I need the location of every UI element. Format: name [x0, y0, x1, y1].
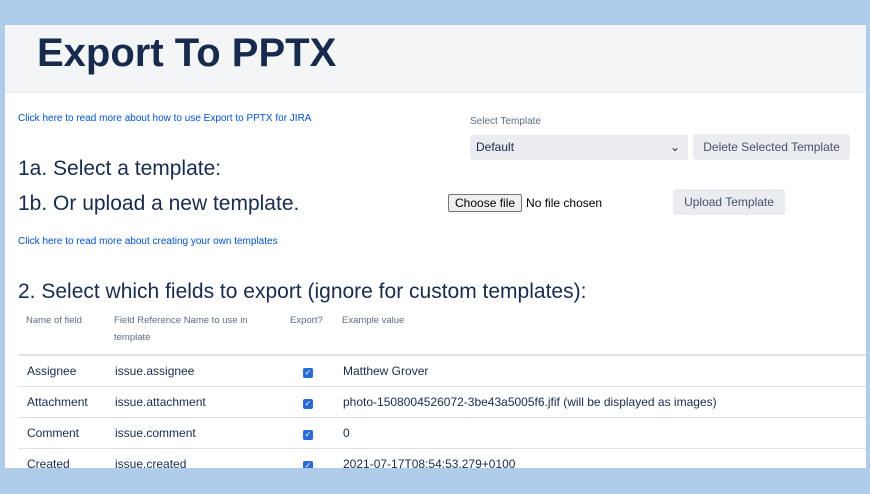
chevron-down-icon: ⌄ — [669, 140, 680, 154]
own-templates-link[interactable]: Click here to read more about creating y… — [18, 236, 278, 247]
field-example: photo-1508004526072-3be43a5005f6.jfif (w… — [334, 386, 866, 418]
field-name: Comment — [18, 417, 106, 449]
field-ref: issue.attachment — [106, 386, 282, 418]
page-title: Export To PPTX — [37, 31, 337, 75]
select-template-heading: 1a. Select a template: — [18, 157, 222, 180]
col-name: Name of field — [18, 308, 106, 356]
export-checkbox[interactable]: ✓ — [303, 399, 313, 409]
upload-template-heading: 1b. Or upload a new template. — [18, 192, 300, 215]
fields-table: Name of field Field Reference Name to us… — [18, 308, 866, 468]
field-ref: issue.created — [106, 448, 282, 468]
table-row: Assignee issue.assignee ✓ Matthew Grover — [18, 355, 866, 387]
col-example: Example value — [334, 308, 866, 356]
select-template-label: Select Template — [470, 116, 541, 127]
page-header: Export To PPTX — [5, 25, 866, 93]
export-panel: Export To PPTX Click here to read more a… — [5, 25, 866, 468]
field-ref: issue.comment — [106, 417, 282, 449]
export-checkbox[interactable]: ✓ — [303, 461, 313, 468]
col-ref: Field Reference Name to use in template — [106, 308, 282, 356]
field-example: 2021-07-17T08:54:53.279+0100 — [334, 448, 866, 468]
how-to-link[interactable]: Click here to read more about how to use… — [18, 113, 311, 124]
file-input[interactable]: Choose file No file chosen — [448, 194, 602, 212]
field-name: Attachment — [18, 386, 106, 418]
field-name: Created — [18, 448, 106, 468]
table-row: Created issue.created ✓ 2021-07-17T08:54… — [18, 448, 866, 468]
export-checkbox[interactable]: ✓ — [303, 430, 313, 440]
export-checkbox[interactable]: ✓ — [303, 368, 313, 378]
delete-template-button[interactable]: Delete Selected Template — [693, 134, 850, 160]
field-ref: issue.assignee — [106, 355, 282, 387]
table-row: Comment issue.comment ✓ 0 — [18, 417, 866, 449]
fields-heading: 2. Select which fields to export (ignore… — [18, 280, 587, 303]
template-select-value: Default — [476, 140, 515, 154]
upload-template-button[interactable]: Upload Template — [673, 189, 785, 215]
field-name: Assignee — [18, 355, 106, 387]
file-status: No file chosen — [526, 196, 603, 210]
choose-file-button[interactable]: Choose file — [448, 194, 523, 212]
field-example: 0 — [334, 417, 866, 449]
template-select[interactable]: Default ⌄ — [470, 135, 688, 160]
field-example: Matthew Grover — [334, 355, 866, 387]
col-export: Export? — [282, 308, 334, 356]
table-row: Attachment issue.attachment ✓ photo-1508… — [18, 386, 866, 418]
